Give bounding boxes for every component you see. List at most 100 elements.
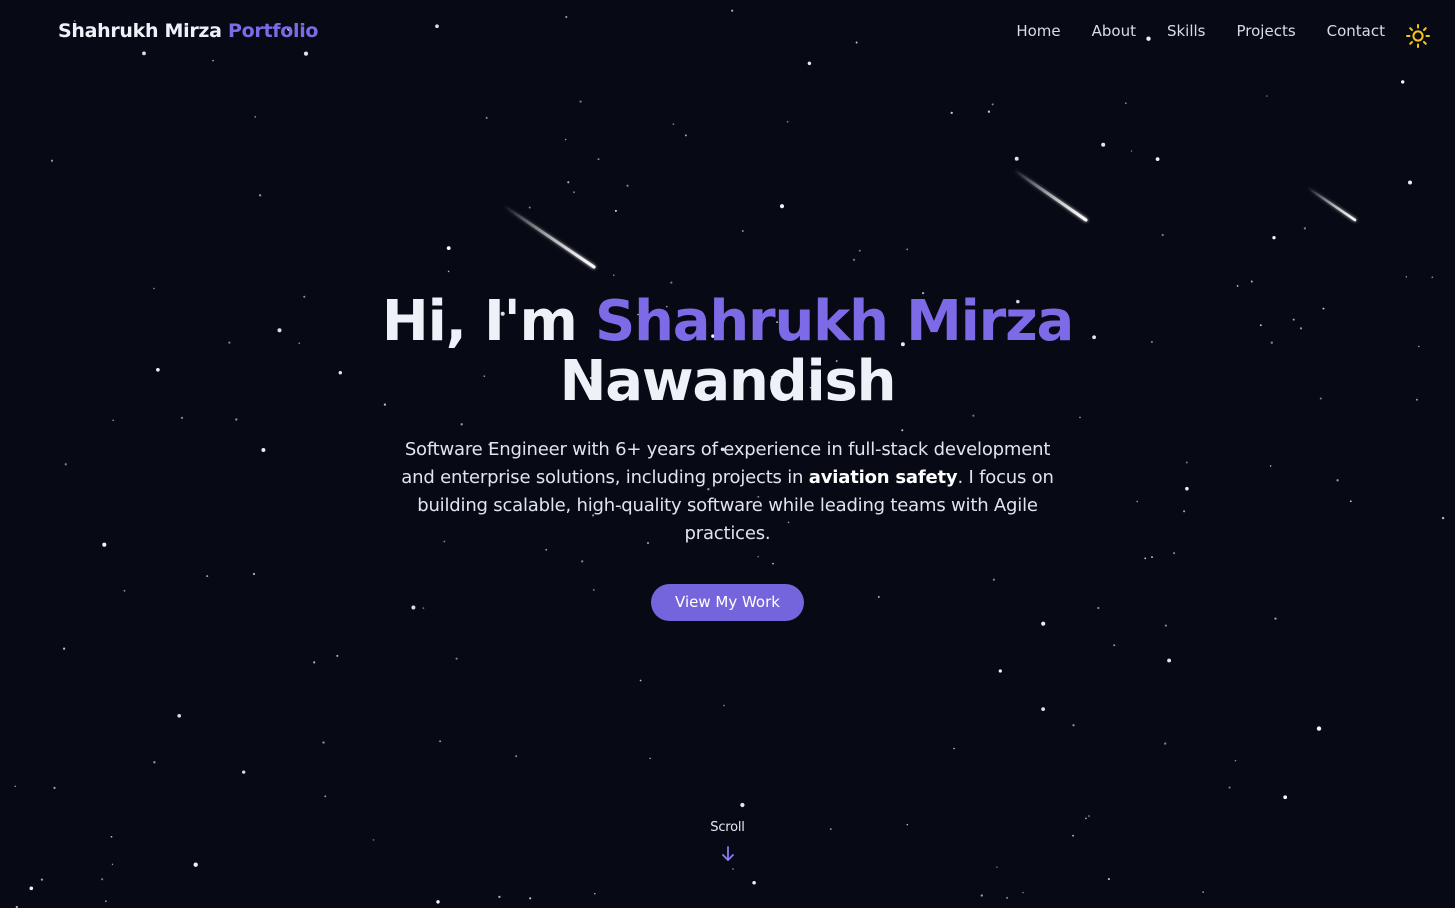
star	[1088, 815, 1090, 817]
nav-link-projects[interactable]: Projects	[1237, 22, 1296, 40]
star	[987, 110, 991, 113]
star	[1072, 724, 1075, 727]
star	[1250, 280, 1253, 283]
star	[1283, 795, 1288, 800]
hero-name-rest: Nawandish	[559, 349, 897, 414]
star	[1113, 644, 1116, 647]
star	[14, 785, 17, 788]
star	[177, 713, 182, 718]
star	[1202, 891, 1204, 893]
star	[40, 878, 44, 881]
nav-link-about[interactable]: About	[1092, 22, 1136, 40]
star	[485, 116, 488, 119]
star	[594, 892, 596, 895]
star	[1164, 742, 1167, 745]
star	[950, 111, 953, 115]
star	[953, 747, 955, 750]
star	[336, 654, 339, 657]
star	[672, 123, 675, 126]
star	[254, 116, 256, 118]
star	[564, 138, 567, 141]
star	[1266, 95, 1268, 97]
star	[1107, 878, 1110, 881]
nav-link-skills[interactable]: Skills	[1167, 22, 1206, 40]
star	[684, 134, 687, 137]
star	[670, 281, 673, 284]
star	[579, 100, 582, 103]
star	[626, 184, 629, 187]
star	[1022, 891, 1024, 894]
star	[1101, 142, 1106, 147]
star	[614, 209, 617, 212]
hero-title: Hi, I'm Shahrukh Mirza Nawandish	[348, 292, 1108, 412]
nav-link-home[interactable]: Home	[1016, 22, 1060, 40]
nav-link-contact[interactable]: Contact	[1327, 22, 1385, 40]
star	[1303, 227, 1307, 230]
star	[1236, 284, 1239, 287]
star	[1272, 236, 1276, 240]
star	[991, 103, 994, 106]
star	[567, 181, 570, 184]
star	[242, 770, 246, 774]
star	[597, 158, 600, 161]
star	[258, 194, 262, 197]
star	[732, 868, 734, 870]
hero-greeting: Hi, I'm	[381, 289, 578, 354]
star	[1228, 786, 1231, 789]
star	[573, 191, 575, 194]
scroll-label: Scroll	[710, 820, 745, 835]
star	[515, 755, 518, 758]
star	[1164, 624, 1167, 627]
star	[1161, 233, 1164, 237]
star	[998, 669, 1002, 673]
star	[1234, 759, 1237, 762]
star	[455, 657, 458, 660]
star	[1431, 276, 1434, 279]
star	[1041, 621, 1046, 626]
sun-icon	[1406, 24, 1430, 48]
star	[779, 204, 785, 209]
star	[852, 258, 856, 261]
star	[1085, 817, 1087, 820]
view-my-work-button[interactable]: View My Work	[651, 584, 804, 621]
hero-description-highlight: aviation safety	[808, 467, 958, 488]
cta-wrapper: View My Work	[0, 584, 1455, 621]
star	[1316, 726, 1322, 731]
arrow-down-icon	[721, 846, 734, 861]
star	[1124, 102, 1127, 105]
star	[153, 287, 155, 290]
hero-name-highlight: Shahrukh Mirza	[594, 289, 1074, 354]
star	[104, 900, 107, 903]
star	[446, 246, 451, 251]
star	[786, 120, 789, 123]
hero-description: Software Engineer with 6+ years of exper…	[398, 436, 1058, 548]
brand-logo[interactable]: Shahrukh Mirza Portfolio	[58, 20, 318, 42]
star	[53, 786, 56, 790]
star	[1155, 157, 1160, 161]
star	[613, 274, 615, 276]
star	[639, 679, 642, 682]
brand-accent: Portfolio	[228, 20, 319, 42]
navbar: Shahrukh Mirza Portfolio Home About Skil…	[0, 0, 1455, 66]
star	[858, 249, 861, 252]
star	[447, 270, 450, 273]
star	[740, 802, 745, 808]
star	[29, 886, 34, 891]
star	[741, 230, 744, 232]
star	[752, 881, 756, 885]
brand-name: Shahrukh Mirza	[58, 20, 222, 42]
star	[498, 895, 501, 899]
star	[649, 757, 651, 760]
star	[101, 878, 104, 881]
shooting-star	[1306, 186, 1357, 222]
shooting-star	[1012, 168, 1088, 222]
star	[1405, 276, 1408, 278]
scroll-indicator[interactable]: Scroll	[0, 820, 1455, 867]
star	[436, 900, 440, 904]
star	[906, 248, 908, 251]
star	[324, 795, 327, 798]
nav-links: Home About Skills Projects Contact	[985, 22, 1385, 40]
theme-toggle-button[interactable]	[1405, 23, 1431, 49]
star	[313, 661, 316, 664]
star	[62, 647, 66, 650]
